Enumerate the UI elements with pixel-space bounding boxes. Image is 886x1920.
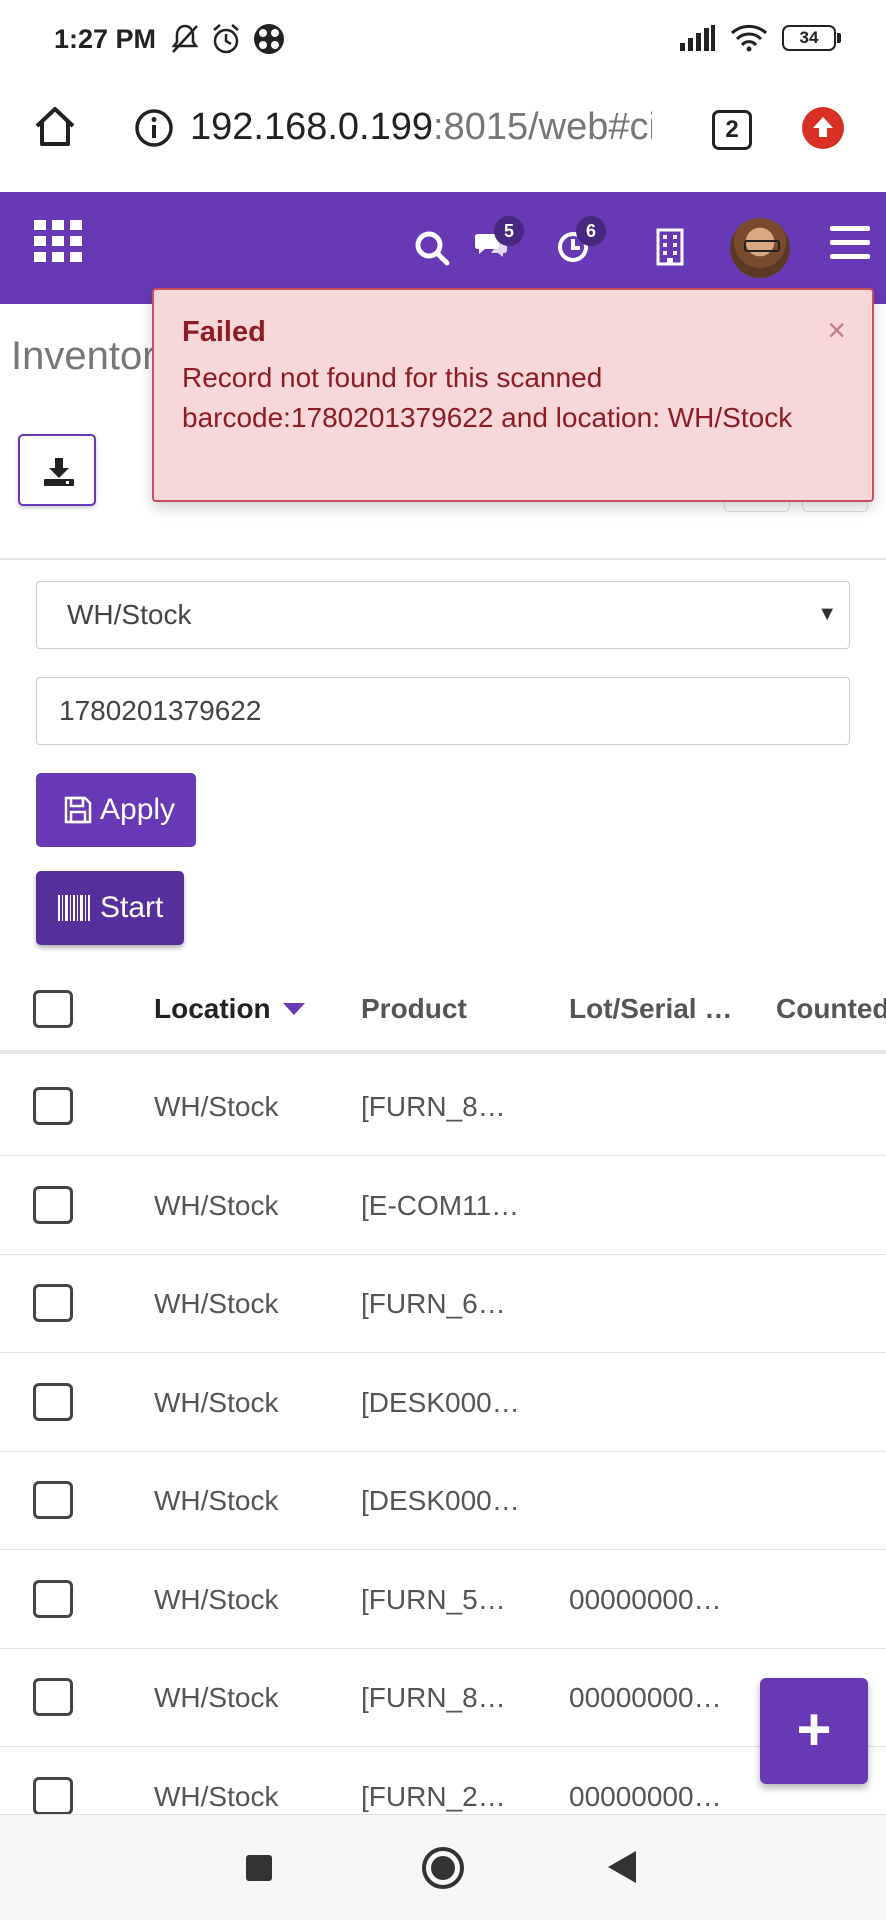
cell-product: [FURN_6…	[361, 1288, 506, 1319]
table-header: Location Product Lot/Serial … Counted	[0, 966, 886, 1054]
row-checkbox[interactable]	[33, 1776, 73, 1815]
close-icon[interactable]: ×	[827, 312, 846, 349]
recent-apps-icon[interactable]	[246, 1855, 272, 1881]
apply-button-label: Apply	[100, 793, 176, 826]
url-host: 192.168.0.199	[190, 106, 434, 148]
android-nav-bar	[0, 1814, 886, 1920]
location-select[interactable]: WH/Stock ▼	[36, 581, 850, 649]
save-icon	[64, 796, 92, 824]
table-row[interactable]: WH/Stock [FURN_8… 00000000…	[0, 1649, 886, 1747]
column-header-product[interactable]: Product	[361, 966, 467, 1052]
cell-product: [DESK000…	[361, 1485, 520, 1516]
wifi-icon	[730, 24, 768, 52]
battery-icon: 34	[782, 25, 841, 51]
column-header-lot-serial[interactable]: Lot/Serial …	[569, 966, 732, 1052]
cell-lot-serial: 00000000…	[569, 1583, 722, 1615]
back-icon[interactable]	[608, 1851, 636, 1883]
cell-location: WH/Stock	[154, 1386, 279, 1418]
row-checkbox[interactable]	[33, 1579, 73, 1618]
cell-lot-serial: 00000000…	[569, 1682, 722, 1713]
table-row[interactable]: WH/Stock [DESK000…	[0, 1452, 886, 1550]
update-button[interactable]	[802, 107, 844, 149]
cell-product: [FURN_5…	[361, 1583, 506, 1615]
activities-badge: 6	[576, 216, 606, 246]
header-divider	[0, 558, 886, 560]
add-button[interactable]: +	[760, 1678, 868, 1784]
cell-location: WH/Stock	[154, 1682, 279, 1713]
cell-product: [FURN_8…	[361, 1682, 506, 1713]
cell-product: [DESK000…	[361, 1386, 520, 1418]
table-row[interactable]: WH/Stock [E-COM11…	[0, 1157, 886, 1255]
table-row[interactable]: WH/Stock [DESK000…	[0, 1354, 886, 1452]
column-header-counted[interactable]: Counted	[776, 966, 886, 1052]
cell-product: [E-COM11…	[361, 1189, 520, 1221]
start-scan-button[interactable]: Start	[36, 871, 184, 945]
home-icon[interactable]	[32, 104, 78, 150]
messages-button[interactable]: 5	[474, 216, 524, 260]
status-icons-right: 34	[680, 24, 841, 52]
home-nav-icon[interactable]	[422, 1847, 464, 1889]
column-header-location-label: Location	[154, 993, 271, 1024]
signal-icon	[680, 25, 715, 51]
cell-location: WH/Stock	[154, 1091, 279, 1122]
barcode-icon	[58, 895, 90, 921]
row-checkbox[interactable]	[33, 1481, 73, 1519]
barcode-input[interactable]	[36, 677, 850, 745]
app-notification-icon	[254, 24, 284, 54]
arrow-up-icon	[813, 117, 833, 137]
company-building-icon[interactable]	[656, 228, 684, 266]
row-checkbox[interactable]	[33, 1678, 73, 1716]
select-all-checkbox[interactable]	[33, 990, 73, 1028]
tabs-count-button[interactable]: 2	[712, 110, 752, 150]
cell-location: WH/Stock	[154, 1288, 279, 1319]
status-time: 1:27 PM	[54, 24, 157, 54]
row-checkbox[interactable]	[33, 1382, 73, 1421]
column-header-location[interactable]: Location	[154, 966, 305, 1052]
page-title: Inventory	[11, 334, 176, 378]
site-info-icon[interactable]	[134, 108, 174, 148]
browser-toolbar: 192.168.0.199:8015/web#cid 2	[0, 82, 886, 192]
activities-button[interactable]: 6	[556, 216, 606, 264]
status-icons-left	[170, 22, 286, 56]
cell-location: WH/Stock	[154, 1485, 279, 1516]
start-button-label: Start	[100, 891, 164, 924]
cell-location: WH/Stock	[154, 1189, 279, 1221]
url-path: :8015/web#cid	[433, 106, 652, 148]
table-row[interactable]: WH/Stock [FURN_8…	[0, 1058, 886, 1156]
apps-menu-icon[interactable]	[34, 220, 82, 262]
mute-icon	[171, 24, 199, 53]
location-select-value: WH/Stock	[67, 599, 192, 630]
search-icon[interactable]	[414, 230, 450, 266]
status-bar: 1:27 PM 34	[0, 0, 886, 82]
table-row[interactable]: WH/Stock [FURN_6…	[0, 1255, 886, 1353]
row-checkbox[interactable]	[33, 1284, 73, 1322]
sort-desc-icon	[282, 1002, 305, 1015]
toast-message: Record not found for this scanned barcod…	[182, 362, 793, 433]
cell-location: WH/Stock	[154, 1583, 279, 1615]
download-icon	[44, 458, 74, 486]
cell-product: [FURN_8…	[361, 1091, 506, 1122]
alarm-icon	[213, 24, 239, 54]
hamburger-menu-icon[interactable]	[830, 226, 870, 260]
table-row[interactable]: WH/Stock [FURN_5… 00000000…	[0, 1551, 886, 1649]
user-avatar[interactable]	[730, 218, 790, 278]
messages-badge: 5	[494, 216, 524, 246]
row-checkbox[interactable]	[33, 1185, 73, 1224]
toast-title: Failed	[182, 316, 266, 348]
error-toast: Failed × Record not found for this scann…	[152, 288, 874, 502]
download-button[interactable]	[18, 434, 96, 506]
url-bar[interactable]: 192.168.0.199:8015/web#cid	[190, 106, 652, 150]
row-checkbox[interactable]	[33, 1087, 73, 1125]
dropdown-arrow-icon: ▼	[817, 603, 837, 625]
apply-button[interactable]: Apply	[36, 773, 196, 847]
